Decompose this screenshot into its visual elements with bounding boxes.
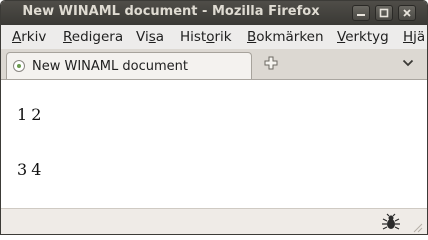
chevron-down-icon[interactable]: [402, 58, 414, 68]
menu-redigera[interactable]: Redigera: [63, 29, 123, 45]
menu-historik[interactable]: Historik: [180, 29, 232, 45]
bug-icon[interactable]: [381, 213, 401, 231]
tab-label: New WINAML document: [32, 59, 188, 74]
page-icon: [13, 60, 25, 72]
close-icon: [403, 9, 411, 17]
menu-arkiv[interactable]: Arkiv: [12, 29, 46, 45]
plus-icon[interactable]: [263, 55, 279, 71]
status-bar: [1, 208, 427, 234]
window-title: New WINAML document - Mozilla Firefox: [22, 4, 320, 19]
tab-bar: New WINAML document: [1, 49, 427, 80]
browser-window: New WINAML document - Mozilla Firefox Ar…: [0, 0, 428, 235]
matrix-row-1: 12: [17, 105, 45, 124]
matrix-cell: 4: [31, 160, 42, 179]
minimize-button[interactable]: [352, 5, 370, 21]
minimize-icon: [357, 14, 365, 16]
matrix-row-2: 34: [17, 160, 45, 179]
close-button[interactable]: [398, 5, 416, 21]
menu-bokmarken[interactable]: Bokmärken: [247, 29, 324, 45]
menu-verktyg[interactable]: Verktyg: [337, 29, 389, 45]
maximize-icon: [379, 8, 389, 18]
title-bar[interactable]: New WINAML document - Mozilla Firefox: [1, 1, 427, 25]
page-content: 12 34: [1, 80, 427, 208]
resize-grip[interactable]: [411, 221, 423, 233]
tab-new-winaml-document[interactable]: New WINAML document: [6, 52, 252, 79]
menu-hjalp[interactable]: Hjä: [403, 29, 425, 45]
matrix-cell: 2: [31, 105, 42, 124]
menu-visa[interactable]: Visa: [136, 29, 164, 45]
matrix-cell: 3: [17, 160, 28, 179]
maximize-button[interactable]: [375, 5, 393, 21]
menu-bar: Arkiv Redigera Visa Historik Bokmärken V…: [1, 25, 427, 50]
matrix-cell: 1: [17, 105, 28, 124]
